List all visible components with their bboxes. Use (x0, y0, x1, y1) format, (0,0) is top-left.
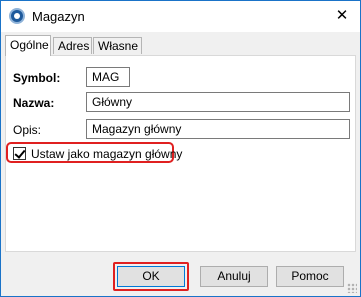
symbol-field[interactable]: MAG (86, 67, 130, 87)
app-logo-icon (9, 8, 25, 24)
description-label: Opis: (13, 123, 42, 137)
check-mark-icon (14, 147, 26, 159)
ok-button[interactable]: OK (117, 266, 185, 287)
main-warehouse-checkbox-highlight: Ustaw jako magazyn główny (6, 142, 182, 163)
window-title: Magazyn (32, 9, 85, 24)
close-button[interactable]: ✕ (330, 5, 354, 27)
help-button[interactable]: Pomoc (276, 266, 344, 287)
symbol-label: Symbol: (13, 71, 61, 85)
resize-grip-icon[interactable] (347, 283, 357, 293)
cancel-button[interactable]: Anuluj (200, 266, 268, 287)
dialog-window: Magazyn ✕ Ogólne Adres Własne Symbol: MA… (0, 0, 361, 297)
title-bar[interactable]: Magazyn ✕ (1, 1, 360, 32)
name-field[interactable]: Główny (86, 92, 350, 112)
name-label: Nazwa: (13, 96, 55, 110)
main-warehouse-checkbox[interactable] (13, 147, 26, 160)
tab-ogolne[interactable]: Ogólne (5, 35, 51, 56)
tab-wlasne[interactable]: Własne (93, 37, 142, 54)
tab-adres[interactable]: Adres (53, 37, 92, 54)
button-bar: OK Anuluj Pomoc (1, 253, 360, 296)
description-field[interactable]: Magazyn główny (86, 119, 350, 139)
main-warehouse-checkbox-label[interactable]: Ustaw jako magazyn główny (31, 147, 182, 161)
